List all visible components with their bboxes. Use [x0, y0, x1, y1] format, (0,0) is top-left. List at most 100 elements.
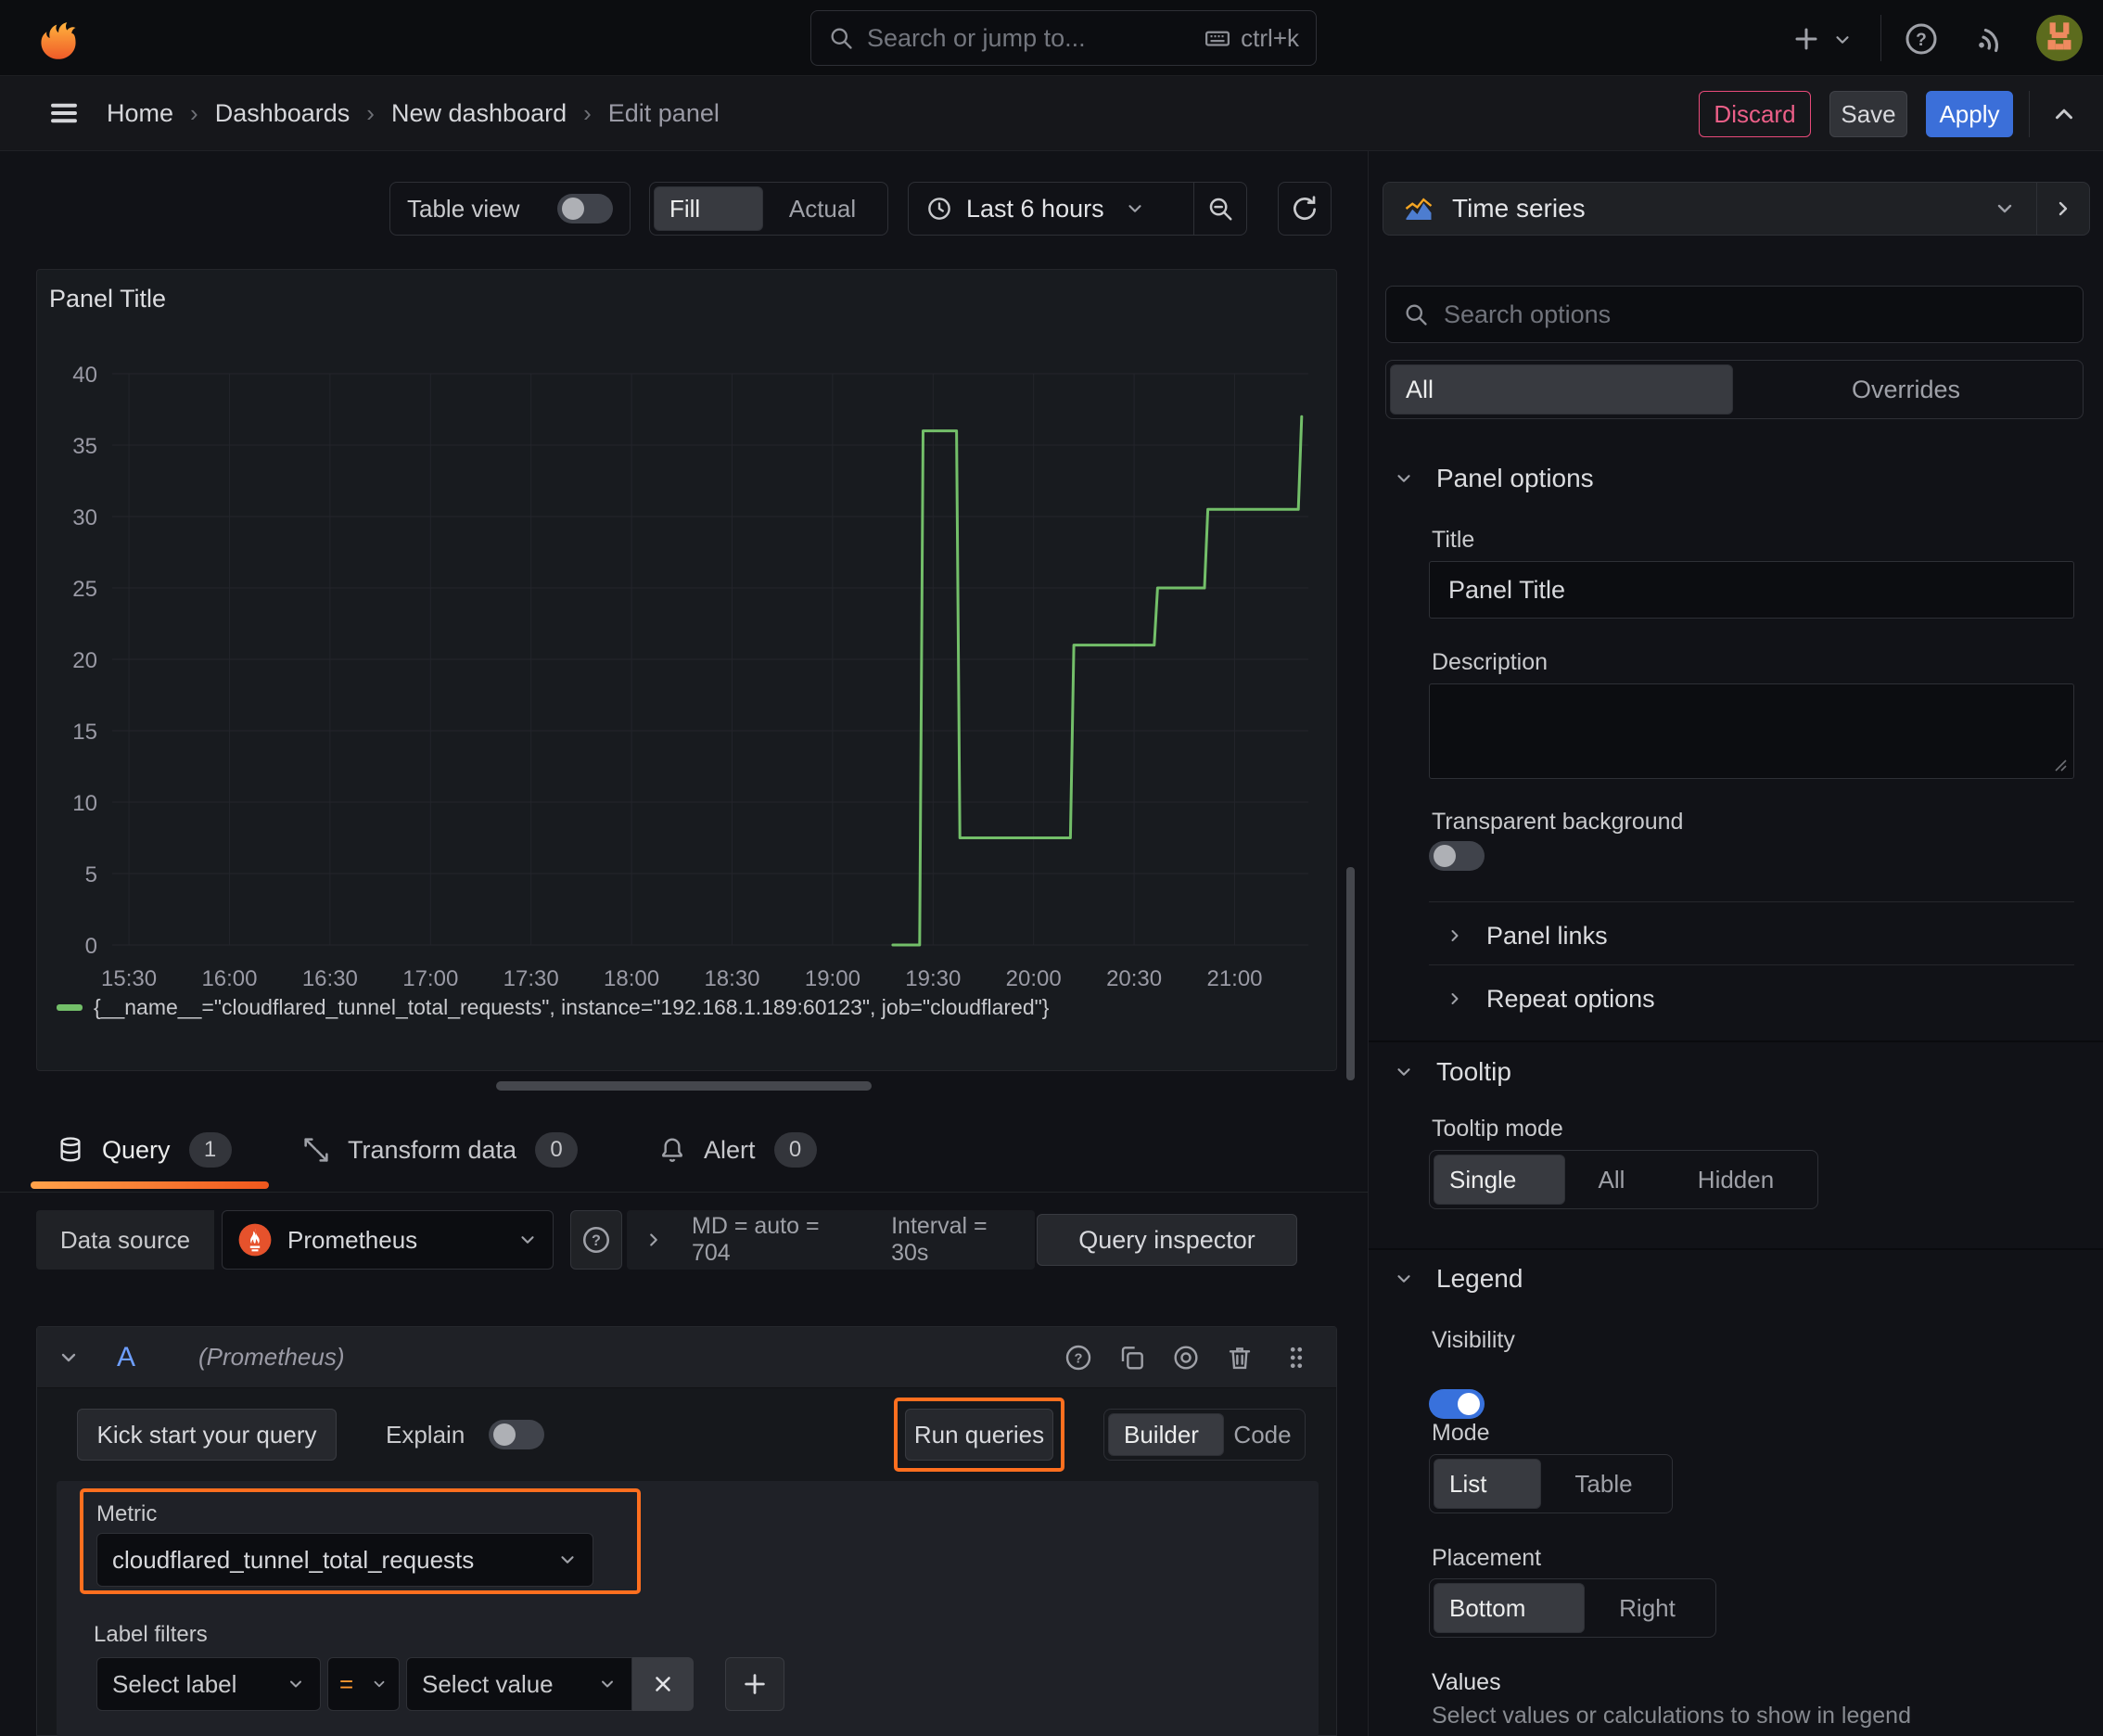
- breadcrumb-dashboards[interactable]: Dashboards: [215, 99, 350, 128]
- metric-value: cloudflared_tunnel_total_requests: [112, 1545, 475, 1574]
- legend-mode-table[interactable]: Table: [1541, 1459, 1666, 1509]
- legend-placement-bottom[interactable]: Bottom: [1434, 1583, 1585, 1633]
- toggle-visibility-eye-icon[interactable]: [1171, 1343, 1201, 1372]
- viz-chevron-down-icon: [1994, 198, 2016, 220]
- legend-mode-switcher: List Table: [1429, 1454, 1673, 1513]
- horizontal-scrollbar[interactable]: [496, 1081, 872, 1091]
- database-icon: [56, 1135, 85, 1165]
- repeat-options-header[interactable]: Repeat options: [1446, 980, 1655, 1017]
- svg-text:?: ?: [592, 1232, 601, 1249]
- tooltip-header[interactable]: Tooltip: [1394, 1057, 1511, 1087]
- refresh-icon[interactable]: [1278, 182, 1332, 236]
- toggle-viz-pane-chevron-right-icon[interactable]: [2036, 183, 2089, 235]
- datasource-picker[interactable]: Prometheus: [222, 1210, 554, 1270]
- add-icon[interactable]: [1788, 20, 1825, 57]
- max-data-points: MD = auto = 704: [692, 1213, 820, 1266]
- metric-chevron-down-icon: [557, 1550, 578, 1570]
- table-view-toggle[interactable]: [557, 194, 613, 223]
- tab-all[interactable]: All: [1390, 364, 1733, 415]
- tab-overrides[interactable]: Overrides: [1733, 364, 2079, 415]
- legend-item[interactable]: {__name__="cloudflared_tunnel_total_requ…: [57, 995, 1049, 1020]
- time-range-group: Last 6 hours: [908, 182, 1247, 236]
- tab-transform[interactable]: Transform data 0: [301, 1122, 579, 1178]
- options-search-placeholder: Search options: [1444, 300, 1612, 328]
- query-row-header[interactable]: A (Prometheus) ?: [37, 1327, 1336, 1388]
- metric-select[interactable]: cloudflared_tunnel_total_requests: [96, 1533, 593, 1587]
- zoom-out-time-icon[interactable]: [1193, 183, 1246, 235]
- duplicate-query-icon[interactable]: [1117, 1343, 1147, 1372]
- breadcrumb-home[interactable]: Home: [107, 99, 173, 128]
- select-label-dropdown[interactable]: Select label: [96, 1657, 321, 1711]
- grafana-logo-icon[interactable]: [32, 11, 85, 65]
- menu-hamburger-icon[interactable]: [42, 93, 86, 134]
- tab-alert[interactable]: Alert 0: [657, 1122, 817, 1178]
- help-icon[interactable]: ?: [1901, 19, 1942, 59]
- select-value-placeholder: Select value: [422, 1669, 554, 1698]
- tab-query[interactable]: Query 1: [56, 1122, 232, 1178]
- description-label: Description: [1432, 649, 1549, 675]
- svg-text:21:00: 21:00: [1206, 966, 1262, 991]
- panel-title: Panel Title: [49, 285, 167, 313]
- add-chevron-down-icon[interactable]: [1829, 26, 1856, 54]
- actual-option[interactable]: Actual: [763, 186, 882, 231]
- vertical-scrollbar[interactable]: [1346, 867, 1355, 1080]
- svg-text:16:00: 16:00: [201, 966, 257, 991]
- keyboard-icon: [1204, 24, 1231, 52]
- search-options-input[interactable]: Search options: [1385, 286, 2084, 343]
- title-input[interactable]: Panel Title: [1429, 561, 2074, 619]
- select-label-chevron-down-icon: [287, 1675, 305, 1693]
- topbar-divider: [1880, 15, 1881, 61]
- panel-options-chevron-down-icon: [1394, 468, 1414, 489]
- news-rss-icon[interactable]: [1973, 19, 2014, 59]
- query-help-icon[interactable]: ?: [1064, 1343, 1093, 1372]
- explain-toggle[interactable]: [489, 1420, 545, 1449]
- datasource-name: Prometheus: [287, 1225, 418, 1254]
- select-label-placeholder: Select label: [112, 1669, 237, 1698]
- collapse-pane-chevron-up-icon[interactable]: [2044, 96, 2084, 132]
- tooltip-mode-hidden[interactable]: Hidden: [1658, 1155, 1814, 1205]
- delete-query-trash-icon[interactable]: [1225, 1343, 1255, 1372]
- panel-links-header[interactable]: Panel links: [1446, 917, 1608, 954]
- query-collapse-chevron-down-icon[interactable]: [57, 1347, 80, 1369]
- select-value-dropdown[interactable]: Select value: [406, 1657, 632, 1711]
- transparent-background-toggle[interactable]: [1429, 841, 1485, 871]
- svg-text:20:00: 20:00: [1006, 966, 1062, 991]
- legend-visibility-toggle[interactable]: [1429, 1389, 1485, 1419]
- svg-text:16:30: 16:30: [302, 966, 358, 991]
- description-textarea[interactable]: [1429, 683, 2074, 779]
- breadcrumb-separator: ›: [190, 98, 198, 127]
- visualization-picker[interactable]: Time series: [1383, 182, 2090, 236]
- run-queries-button[interactable]: Run queries: [905, 1409, 1053, 1461]
- apply-button[interactable]: Apply: [1926, 91, 2013, 137]
- actions-divider: [2029, 91, 2030, 137]
- add-filter-plus-icon[interactable]: [725, 1657, 784, 1711]
- svg-text:18:30: 18:30: [704, 966, 759, 991]
- user-avatar[interactable]: [2036, 15, 2083, 61]
- table-view-label: Table view: [407, 194, 520, 223]
- fill-option[interactable]: Fill: [654, 186, 763, 231]
- legend-placement-right[interactable]: Right: [1585, 1583, 1710, 1633]
- title-label: Title: [1432, 527, 1475, 553]
- tooltip-mode-single[interactable]: Single: [1434, 1155, 1565, 1205]
- breadcrumb: Home › Dashboards › New dashboard › Edit…: [107, 76, 720, 150]
- code-option[interactable]: Code: [1224, 1413, 1301, 1456]
- discard-button[interactable]: Discard: [1699, 91, 1811, 137]
- time-range-picker[interactable]: Last 6 hours: [909, 183, 1193, 235]
- legend-section-header[interactable]: Legend: [1394, 1264, 1523, 1294]
- breadcrumb-new-dashboard[interactable]: New dashboard: [391, 99, 567, 128]
- legend-mode-list[interactable]: List: [1434, 1459, 1541, 1509]
- tooltip-mode-all[interactable]: All: [1565, 1155, 1658, 1205]
- global-search-input[interactable]: Search or jump to... ctrl+k: [810, 10, 1317, 66]
- builder-option[interactable]: Builder: [1108, 1413, 1224, 1456]
- svg-text:15:30: 15:30: [101, 966, 157, 991]
- save-button[interactable]: Save: [1829, 91, 1907, 137]
- operator-dropdown[interactable]: =: [327, 1657, 400, 1711]
- drag-handle-grip-icon[interactable]: [1282, 1344, 1310, 1372]
- resize-handle-icon[interactable]: [2053, 758, 2068, 772]
- remove-filter-x-icon[interactable]: [632, 1657, 694, 1711]
- panel-options-header[interactable]: Panel options: [1394, 464, 1594, 493]
- options-expand-chevron-right-icon[interactable]: [644, 1230, 664, 1250]
- kick-start-query-button[interactable]: Kick start your query: [77, 1409, 337, 1461]
- datasource-help-icon[interactable]: ?: [570, 1210, 622, 1270]
- query-inspector-button[interactable]: Query inspector: [1037, 1214, 1297, 1266]
